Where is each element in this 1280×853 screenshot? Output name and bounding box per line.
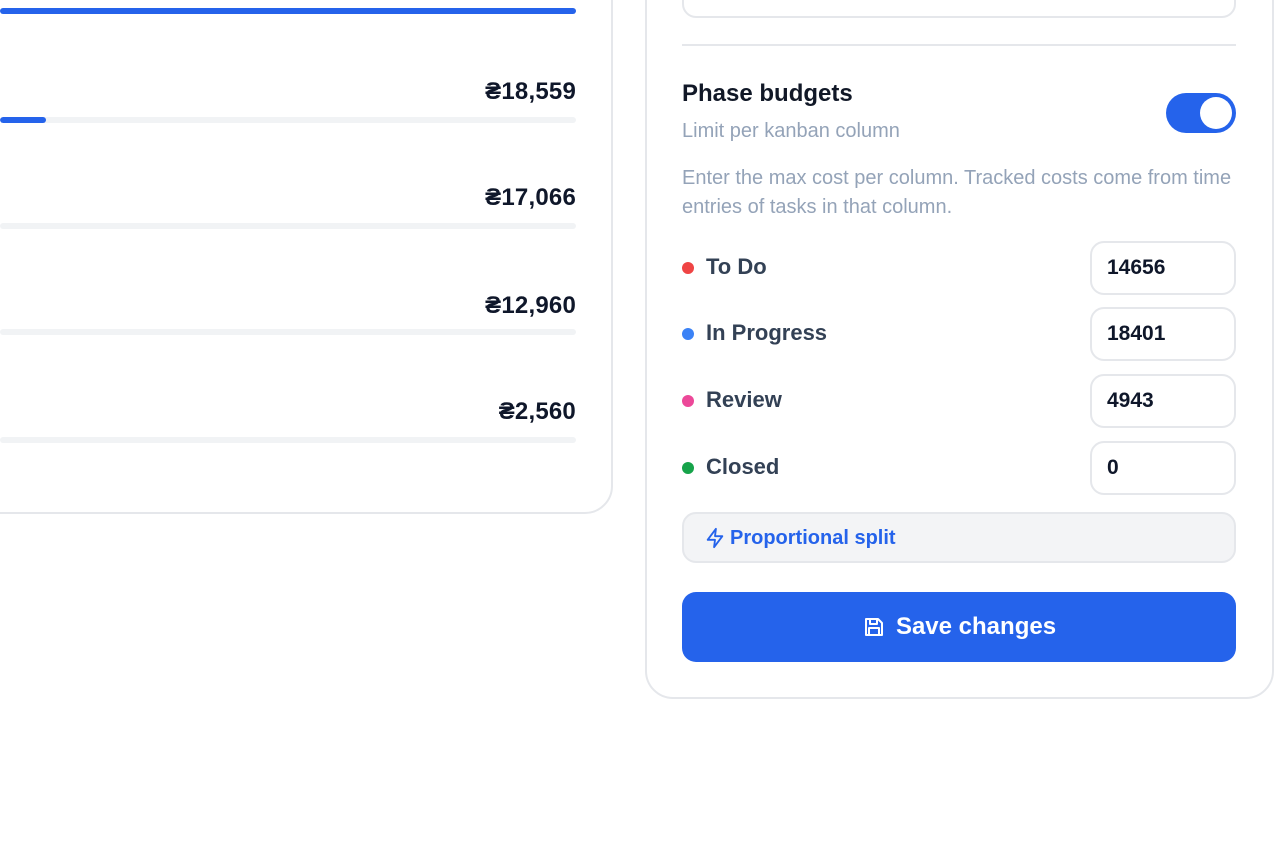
budget-label: To Do (706, 254, 767, 279)
budget-label: Review (706, 387, 782, 412)
budget-input-in-progress[interactable] (1090, 307, 1236, 361)
phase-budgets-toggle[interactable] (1166, 93, 1236, 133)
budget-row-closed: Closed (682, 441, 1236, 495)
toggle-knob (1200, 97, 1232, 129)
top-field[interactable] (682, 0, 1236, 18)
status-dot (682, 395, 694, 407)
budget-label: Closed (706, 454, 780, 479)
phase-cost-bar (0, 437, 576, 443)
proportional-split-button[interactable]: Proportional split (682, 512, 1236, 563)
status-dot (682, 262, 694, 274)
phase-cost-amount: ₴2,560 (498, 398, 576, 425)
status-dot (682, 462, 694, 474)
phase-cost-bar (0, 329, 576, 335)
save-changes-button[interactable]: Save changes (682, 592, 1236, 662)
budget-label: In Progress (706, 320, 828, 345)
floppy-disk-icon (864, 618, 883, 636)
proportional-split-label: Proportional split (730, 527, 896, 549)
section-divider (682, 44, 1236, 46)
budget-input-review[interactable] (1090, 374, 1236, 428)
budget-row-in-progress: In Progress (682, 307, 1236, 361)
budget-row-review: Review (682, 374, 1236, 428)
budget-row-todo: To Do (682, 241, 1236, 295)
lightning-icon (706, 527, 724, 549)
phase-cost-amount: ₴17,066 (485, 184, 576, 211)
phase-budgets-title: Phase budgets (682, 80, 853, 107)
phase-cost-bar (0, 223, 576, 229)
phase-budgets-help: Enter the max cost per column. Tracked c… (682, 167, 1232, 218)
status-dot (682, 328, 694, 340)
budget-input-todo[interactable] (1090, 241, 1236, 295)
top-progress-bar (0, 8, 576, 14)
phase-cost-amount: ₴12,960 (485, 292, 576, 319)
save-changes-label: Save changes (895, 613, 1057, 640)
phase-budgets-subtitle: Limit per kanban column (682, 120, 900, 142)
phase-cost-bar-fill (0, 117, 47, 123)
phase-cost-amount: ₴18,559 (485, 78, 576, 105)
budget-input-closed[interactable] (1090, 441, 1236, 495)
phase-cost-bar (0, 117, 576, 123)
